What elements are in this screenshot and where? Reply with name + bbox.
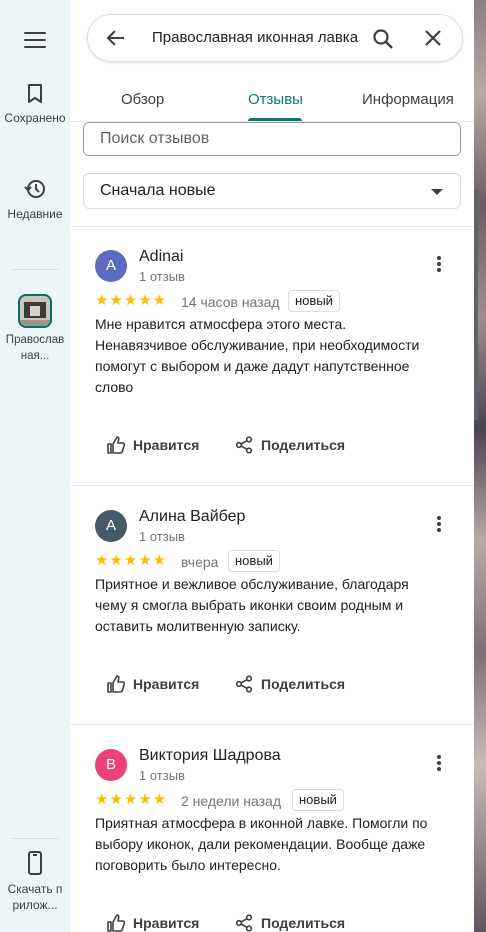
more-options-icon[interactable] — [436, 256, 442, 272]
tab-info[interactable]: Информация — [362, 91, 454, 108]
sort-selected-label: Сначала новые — [100, 182, 216, 199]
share-label: Поделиться — [261, 676, 346, 692]
rail-download[interactable]: Скачать прилож... — [0, 851, 70, 913]
reviewer-name[interactable]: Adinai — [139, 248, 183, 266]
thumb-up-icon — [107, 436, 125, 454]
search-icon[interactable] — [372, 28, 394, 50]
share-button[interactable]: Поделиться — [235, 436, 345, 454]
share-label: Поделиться — [261, 437, 346, 453]
like-label: Нравится — [133, 915, 200, 931]
thumb-up-icon — [107, 914, 125, 932]
review-count: 1 отзыв — [139, 269, 185, 284]
search-box[interactable]: Православная иконная лавка — [87, 14, 463, 62]
history-icon — [24, 180, 45, 198]
share-button[interactable]: Поделиться — [235, 675, 345, 693]
star-rating: ★★★★★ — [95, 552, 168, 569]
menu-icon[interactable] — [22, 30, 48, 50]
review-time: 2 недели назад — [181, 793, 281, 809]
reviewer-name[interactable]: Алина Вайбер — [139, 508, 245, 526]
share-button[interactable]: Поделиться — [235, 914, 345, 932]
divider — [70, 724, 474, 725]
like-button[interactable]: Нравится — [107, 914, 199, 932]
tab-overview[interactable]: Обзор — [121, 91, 164, 108]
share-icon — [235, 914, 253, 932]
tab-reviews[interactable]: Отзывы — [248, 91, 303, 108]
thumb-up-icon — [107, 675, 125, 693]
rail-recent-label: Недавние — [7, 207, 63, 221]
like-label: Нравится — [133, 676, 200, 692]
phone-icon — [28, 851, 42, 875]
like-button[interactable]: Нравится — [107, 675, 199, 693]
star-rating: ★★★★★ — [95, 791, 168, 808]
rail-divider-bottom — [12, 838, 58, 839]
rail-download-label: Скачать прилож... — [7, 882, 63, 912]
side-rail: Сохранено Недавние Православная... Скача… — [0, 0, 70, 932]
more-options-icon[interactable] — [436, 755, 442, 771]
review-time: 14 часов назад — [181, 294, 280, 310]
back-arrow-icon[interactable] — [106, 28, 126, 48]
more-options-icon[interactable] — [436, 516, 442, 532]
rail-place[interactable]: Православная... — [0, 294, 70, 364]
new-badge: новый — [292, 789, 344, 811]
review-text: Приятное и вежливое обслуживание, благод… — [95, 576, 409, 634]
like-button[interactable]: Нравится — [107, 436, 199, 454]
search-input[interactable]: Православная иконная лавка — [152, 29, 358, 46]
dropdown-arrow-icon — [431, 189, 443, 195]
share-icon — [235, 436, 253, 454]
reviews-search-input[interactable]: Поиск отзывов — [83, 122, 461, 156]
active-tab-indicator — [248, 118, 302, 121]
reviewer-name[interactable]: Виктория Шадрова — [139, 747, 281, 765]
close-icon[interactable] — [424, 29, 442, 47]
star-rating: ★★★★★ — [95, 292, 168, 309]
rail-place-label: Православная... — [5, 334, 65, 362]
divider — [70, 485, 474, 486]
rail-divider — [12, 269, 58, 270]
rail-saved[interactable]: Сохранено — [0, 84, 70, 126]
new-badge: новый — [228, 550, 280, 572]
tab-bar: Обзор Отзывы Информация — [70, 80, 474, 122]
share-label: Поделиться — [261, 915, 346, 931]
review-count: 1 отзыв — [139, 529, 185, 544]
new-badge: новый — [288, 290, 340, 312]
bookmark-icon — [28, 84, 42, 103]
rail-saved-label: Сохранено — [4, 111, 66, 125]
rail-recent[interactable]: Недавние — [0, 178, 70, 222]
place-thumbnail — [18, 294, 52, 328]
like-label: Нравится — [133, 437, 200, 453]
divider — [70, 226, 474, 227]
avatar[interactable]: В — [95, 749, 127, 781]
avatar[interactable]: A — [95, 250, 127, 282]
sort-dropdown[interactable]: Сначала новые — [83, 173, 461, 209]
avatar[interactable]: А — [95, 510, 127, 542]
review-text: Приятная атмосфера в иконной лавке. Помо… — [95, 815, 428, 873]
map-edge[interactable] — [474, 0, 486, 932]
share-icon — [235, 675, 253, 693]
review-time: вчера — [181, 554, 219, 570]
review-count: 1 отзыв — [139, 768, 185, 783]
review-text: Мне нравится атмосфера этого места. Нена… — [95, 316, 420, 395]
place-panel: Православная иконная лавка Обзор Отзывы … — [70, 0, 474, 932]
